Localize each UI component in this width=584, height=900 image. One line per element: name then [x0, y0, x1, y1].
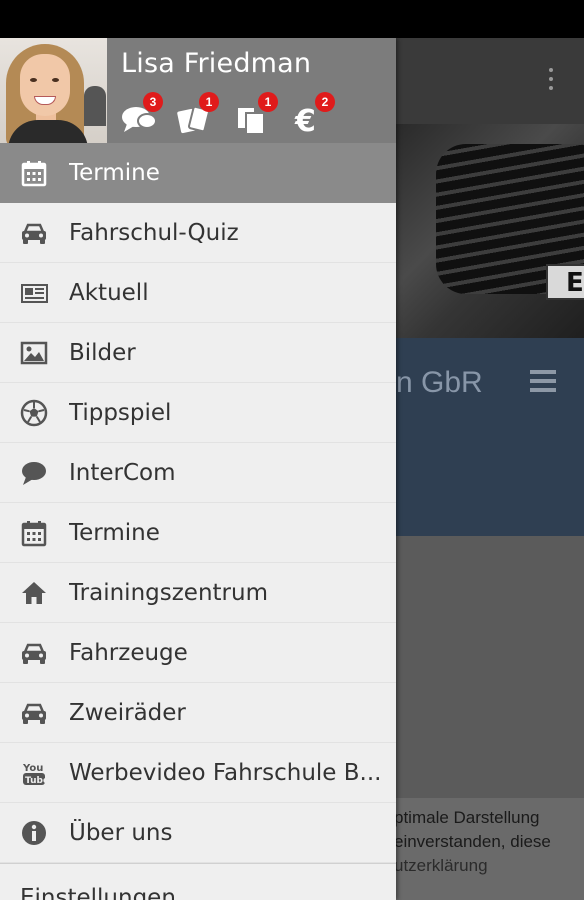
menu-item-label: Termine [69, 160, 160, 186]
youtube-icon: You Tube [22, 763, 48, 786]
menu-item-label: Aktuell [69, 280, 149, 306]
menu-item-einstellungen[interactable]: Einstellungen [0, 863, 396, 900]
car-icon [22, 643, 46, 664]
chat-bubble-icon [22, 462, 46, 485]
license-plate: E [546, 264, 584, 300]
euro-icon[interactable]: € 2 [293, 92, 335, 134]
menu-item-werbevideo[interactable]: You Tube Werbevideo Fahrschule B... [0, 743, 396, 803]
calendar-icon [21, 161, 47, 187]
site-title: n GbR [396, 366, 483, 399]
cookie-line: einverstanden, diese [396, 832, 551, 851]
menu-item-aktuell[interactable]: Aktuell [0, 263, 396, 323]
hero-image: E [396, 124, 584, 338]
svg-text:You: You [22, 763, 43, 774]
info-icon [22, 821, 46, 845]
menu-item-ueber-uns[interactable]: Über uns [0, 803, 396, 863]
status-bar [0, 0, 584, 38]
svg-text:€: € [294, 104, 316, 134]
calendar-icon [21, 521, 47, 547]
menu-item-label: Fahrschul-Quiz [69, 220, 239, 246]
drawer-header: Lisa Friedman 3 1 1 € 2 [0, 38, 396, 143]
menu-item-label: Werbevideo Fahrschule B... [69, 760, 382, 786]
menu-item-label: Termine [69, 520, 160, 546]
site-header: n GbR [396, 338, 584, 536]
documents-badge-count: 1 [258, 92, 278, 112]
menu-item-label: InterCom [69, 460, 176, 486]
home-icon [22, 582, 46, 604]
soccer-ball-icon [20, 399, 48, 427]
menu-item-label: Fahrzeuge [69, 640, 188, 666]
menu-item-bilder[interactable]: Bilder [0, 323, 396, 383]
car-icon [22, 703, 46, 724]
navigation-drawer: Lisa Friedman 3 1 1 € 2 Termine Fahrschu… [0, 38, 396, 900]
menu-item-label: Bilder [69, 340, 136, 366]
menu-item-zweiraeder[interactable]: Zweiräder [0, 683, 396, 743]
cards-icon[interactable]: 1 [177, 92, 219, 134]
chat-badge-count: 3 [143, 92, 163, 112]
cookie-line: ptimale Darstellung [396, 808, 540, 827]
user-name: Lisa Friedman [121, 48, 312, 79]
newspaper-icon [21, 284, 48, 303]
documents-icon[interactable]: 1 [236, 92, 278, 134]
menu-item-label: Tippspiel [69, 400, 172, 426]
menu-item-intercom[interactable]: InterCom [0, 443, 396, 503]
menu-item-label: Zweiräder [69, 700, 186, 726]
page-content [396, 536, 584, 798]
menu-item-fahrzeuge[interactable]: Fahrzeuge [0, 623, 396, 683]
svg-text:Tube: Tube [25, 776, 48, 786]
menu-item-label: Trainingszentrum [69, 580, 268, 606]
avatar[interactable] [0, 38, 107, 143]
car-icon [22, 223, 46, 244]
menu-item-termine-2[interactable]: Termine [0, 503, 396, 563]
euro-badge-count: 2 [315, 92, 335, 112]
menu-item-tippspiel[interactable]: Tippspiel [0, 383, 396, 443]
overflow-menu-icon[interactable] [548, 68, 554, 94]
menu-item-label: Über uns [69, 820, 173, 846]
menu-item-trainingszentrum[interactable]: Trainingszentrum [0, 563, 396, 623]
privacy-link[interactable]: utzerklärung [396, 854, 584, 878]
image-icon [20, 341, 48, 365]
chat-bubbles-icon[interactable]: 3 [121, 92, 163, 132]
menu-item-termine[interactable]: Termine [0, 143, 396, 203]
cards-badge-count: 1 [199, 92, 219, 112]
hamburger-icon[interactable] [530, 370, 556, 397]
cookie-notice: ptimale Darstellung einverstanden, diese… [396, 798, 584, 900]
menu-item-label: Einstellungen [20, 885, 176, 900]
drawer-menu: Termine Fahrschul-Quiz Aktuell Bilder Ti… [0, 143, 396, 900]
menu-item-fahrschul-quiz[interactable]: Fahrschul-Quiz [0, 203, 396, 263]
